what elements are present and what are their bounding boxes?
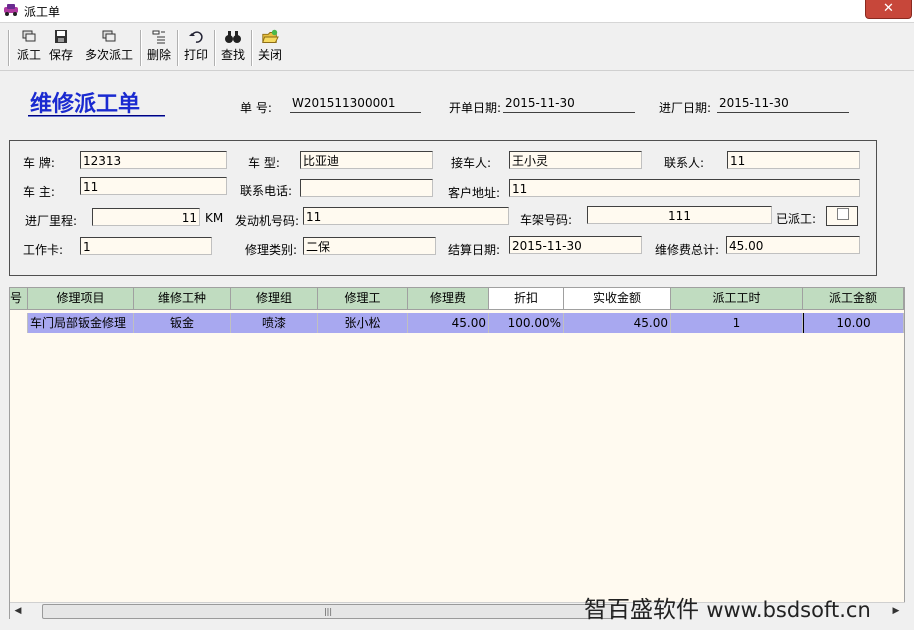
title-bar: 派工单 ✕ xyxy=(0,0,914,23)
close-button[interactable]: 关闭 xyxy=(256,28,284,68)
dispatch-button[interactable]: 派工 xyxy=(15,28,43,68)
save-button[interactable]: 保存 xyxy=(48,28,74,68)
scroll-right-arrow-icon[interactable]: ▶ xyxy=(888,603,904,619)
open-date-label: 开单日期: xyxy=(449,101,502,115)
col-header-work-type[interactable]: 维修工种 xyxy=(134,288,231,310)
mileage-label: 进厂里程: xyxy=(25,214,78,228)
owner-field[interactable]: 11 xyxy=(80,177,227,195)
address-field[interactable]: 11 xyxy=(509,179,860,197)
print-label: 打印 xyxy=(183,48,208,62)
cell-dispatch-amount[interactable]: 10.00 xyxy=(803,313,904,333)
model-label: 车 型: xyxy=(248,156,280,170)
watermark-url: www.bsdsoft.cn xyxy=(706,598,871,622)
toolbar: 派工 保存 多次派工 删除 打印 查找 关闭 xyxy=(0,24,914,71)
receiver-label: 接车人: xyxy=(451,156,492,170)
close-label: 关闭 xyxy=(257,48,282,62)
toolbar-separator xyxy=(251,30,253,66)
contact-label: 联系人: xyxy=(664,156,705,170)
cell-repair-item[interactable]: 车门局部钣金修理 xyxy=(28,313,134,333)
col-header-dispatch-hours[interactable]: 派工工时 xyxy=(671,288,803,310)
card-field[interactable]: 1 xyxy=(80,237,212,255)
vin-field[interactable]: 111 xyxy=(587,206,772,224)
toolbar-separator xyxy=(140,30,142,66)
phone-label: 联系电话: xyxy=(240,184,293,198)
binoculars-icon xyxy=(225,31,241,43)
multi-dispatch-icon xyxy=(102,30,116,42)
toolbar-separator xyxy=(177,30,179,66)
dispatch-icon xyxy=(22,30,36,42)
col-header-repair-group[interactable]: 修理组 xyxy=(231,288,318,310)
save-icon xyxy=(55,30,67,43)
checkbox-box xyxy=(837,208,849,220)
title-underline xyxy=(28,115,165,117)
cell-repair-group[interactable]: 喷漆 xyxy=(231,313,318,333)
form-title: 维修派工单 xyxy=(30,91,141,117)
delete-label: 删除 xyxy=(146,48,171,62)
vin-label: 车架号码: xyxy=(520,213,573,227)
find-button[interactable]: 查找 xyxy=(219,28,247,68)
cell-index[interactable] xyxy=(10,313,28,333)
mileage-field[interactable]: 11 xyxy=(92,208,200,226)
scroll-left-arrow-icon[interactable]: ◀ xyxy=(10,603,26,619)
col-header-repair-fee[interactable]: 修理费 xyxy=(408,288,489,310)
total-field[interactable]: 45.00 xyxy=(726,236,860,254)
undo-print-icon xyxy=(189,31,203,43)
address-label: 客户地址: xyxy=(448,186,501,200)
repair-type-label: 修理类别: xyxy=(245,243,298,257)
repair-type-field[interactable]: 二保 xyxy=(303,237,436,255)
receiver-field[interactable]: 王小灵 xyxy=(509,151,642,169)
col-header-mechanic[interactable]: 修理工 xyxy=(318,288,408,310)
delete-icon xyxy=(152,30,165,44)
phone-field[interactable] xyxy=(300,179,433,197)
settle-date-label: 结算日期: xyxy=(448,243,501,257)
col-header-dispatch-amount[interactable]: 派工金额 xyxy=(803,288,904,310)
delete-button[interactable]: 删除 xyxy=(145,28,173,68)
col-header-actual-amount[interactable]: 实收金额 xyxy=(564,288,671,310)
plate-field[interactable]: 12313 xyxy=(80,151,227,169)
card-label: 工作卡: xyxy=(23,243,64,257)
engine-label: 发动机号码: xyxy=(235,214,300,228)
entry-date-label: 进厂日期: xyxy=(659,101,712,115)
contact-field[interactable]: 11 xyxy=(727,151,860,169)
toolbar-separator xyxy=(214,30,216,66)
multi-dispatch-label: 多次派工 xyxy=(84,48,133,62)
mileage-unit: KM xyxy=(205,211,224,225)
save-label: 保存 xyxy=(48,48,73,62)
print-button[interactable]: 打印 xyxy=(182,28,210,68)
cell-actual-amount[interactable]: 45.00 xyxy=(564,313,671,333)
dispatch-grid[interactable]: 号 修理项目 维修工种 修理组 修理工 修理费 折扣 实收金额 派工工时 派工金… xyxy=(9,287,905,619)
order-no-label: 单 号: xyxy=(240,101,272,115)
dispatched-label: 已派工: xyxy=(776,212,817,226)
cell-dispatch-hours[interactable]: 1 xyxy=(671,313,803,333)
scroll-thumb[interactable]: ||| xyxy=(42,604,614,619)
multi-dispatch-button[interactable]: 多次派工 xyxy=(83,28,135,68)
col-header-discount[interactable]: 折扣 xyxy=(489,288,564,310)
cell-mechanic[interactable]: 张小松 xyxy=(318,313,408,333)
cell-discount[interactable]: 100.00% xyxy=(489,313,564,333)
car-app-icon xyxy=(4,4,18,16)
find-label: 查找 xyxy=(220,48,245,62)
watermark-text: 智百盛软件 xyxy=(584,597,699,623)
window-close-button[interactable]: ✕ xyxy=(865,0,912,19)
window-title: 派工单 xyxy=(24,5,61,19)
cell-work-type[interactable]: 钣金 xyxy=(134,313,231,333)
total-label: 维修费总计: xyxy=(655,243,720,257)
owner-label: 车 主: xyxy=(23,185,55,199)
dispatch-label: 派工 xyxy=(16,48,41,62)
model-field[interactable]: 比亚迪 xyxy=(300,151,433,169)
entry-date-value: 2015-11-30 xyxy=(717,96,849,113)
open-date-value: 2015-11-30 xyxy=(503,96,635,113)
cell-repair-fee[interactable]: 45.00 xyxy=(408,313,489,333)
dispatched-checkbox[interactable] xyxy=(826,206,858,226)
watermark: 智百盛软件 www.bsdsoft.cn xyxy=(584,590,871,624)
plate-label: 车 牌: xyxy=(23,156,55,170)
settle-date-field[interactable]: 2015-11-30 xyxy=(509,236,642,254)
folder-close-icon xyxy=(262,29,279,43)
col-header-repair-item[interactable]: 修理项目 xyxy=(28,288,134,310)
toolbar-separator xyxy=(8,30,10,66)
order-no-value: W201511300001 xyxy=(290,96,421,113)
col-header-index[interactable]: 号 xyxy=(10,288,28,310)
engine-field[interactable]: 11 xyxy=(303,207,509,225)
